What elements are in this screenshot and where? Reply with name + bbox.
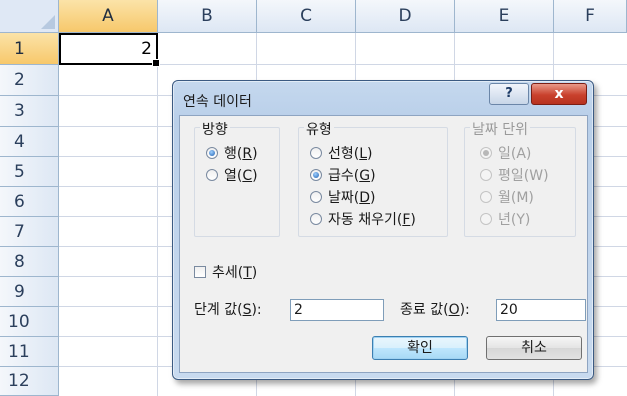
label-suffix: ) [410, 212, 416, 228]
label-suffix: ) [251, 265, 258, 281]
column-header-f[interactable]: F [554, 0, 627, 33]
date-unit-group-label: 날짜 단위 [470, 119, 530, 139]
row-header-8[interactable]: 8 [0, 247, 59, 277]
label-suffix: ): [251, 302, 262, 318]
radio-icon [310, 191, 322, 203]
label-suffix: ): [459, 302, 470, 318]
radio-label: 자동 채우기( [328, 212, 403, 228]
label-text: 단계 값( [194, 302, 243, 318]
column-header-b[interactable]: B [158, 0, 257, 33]
accel-key: O [448, 302, 460, 318]
direction-rows-radio[interactable]: 행(R) [206, 143, 258, 165]
date-unit-month-radio[interactable]: 월(M) [480, 187, 534, 209]
row-header-3[interactable]: 3 [0, 96, 59, 127]
label-suffix: ) [370, 190, 376, 206]
type-growth-radio[interactable]: 급수(G) [310, 165, 376, 187]
cell-a1-value: 2 [141, 39, 152, 59]
label-text: 종료 값( [400, 302, 449, 318]
direction-group-label: 방향 [200, 119, 230, 139]
row-header-5[interactable]: 5 [0, 157, 59, 187]
radio-label: 날짜( [328, 190, 360, 206]
checkbox-icon [194, 266, 206, 278]
row-header-10[interactable]: 10 [0, 307, 59, 337]
radio-label: 년(Y) [498, 212, 531, 228]
row-header-11[interactable]: 11 [0, 337, 59, 367]
type-linear-radio[interactable]: 선형(L) [310, 143, 373, 165]
stop-value-label: 종료 값(O): [400, 299, 470, 321]
radio-icon [206, 169, 218, 181]
fill-handle[interactable] [152, 59, 160, 67]
type-group-label: 유형 [304, 119, 334, 139]
date-unit-year-radio[interactable]: 년(Y) [480, 209, 530, 231]
row-header-6[interactable]: 6 [0, 187, 59, 217]
column-header-e[interactable]: E [455, 0, 554, 33]
label-suffix: ) [252, 168, 258, 184]
column-header-a[interactable]: A [59, 0, 158, 33]
radio-selected-icon [480, 147, 492, 159]
dialog-body: 방향 행(R) 열(C) 유형 선형(L) 급수(G) 날짜(D) 자동 채우기… [179, 115, 588, 373]
column-header-c[interactable]: C [257, 0, 356, 33]
row-header-7[interactable]: 7 [0, 217, 59, 247]
step-value-label: 단계 값(S): [194, 299, 262, 321]
series-dialog: 연속 데이터 ? x 방향 행(R) 열(C) 유형 선형(L) 급수(G) 날… [172, 80, 594, 380]
gridline [157, 33, 158, 396]
direction-columns-radio[interactable]: 열(C) [206, 165, 258, 187]
radio-label: 급수( [328, 168, 360, 184]
dialog-titlebar[interactable]: 연속 데이터 ? x [173, 81, 593, 115]
accel-key: C [242, 168, 253, 184]
cancel-button[interactable]: 취소 [486, 336, 582, 360]
accel-key: D [359, 190, 371, 206]
radio-label: 열( [224, 168, 243, 184]
select-all-corner[interactable] [0, 0, 59, 33]
label-suffix: ) [252, 146, 258, 162]
radio-label: 평일(W) [498, 168, 549, 184]
accel-key: T [243, 265, 252, 281]
step-value-input[interactable]: 2 [290, 299, 384, 321]
accel-key: L [359, 146, 368, 162]
trend-checkbox[interactable]: 추세(T) [194, 262, 257, 284]
radio-label: 행( [224, 146, 243, 162]
ok-button[interactable]: 확인 [372, 336, 468, 360]
help-icon: ? [505, 86, 513, 101]
label-suffix: ) [370, 168, 376, 184]
radio-icon [480, 191, 492, 203]
close-icon: x [554, 86, 564, 102]
row-header-4[interactable]: 4 [0, 127, 59, 157]
checkbox-label: 추세( [212, 265, 244, 281]
radio-selected-icon [206, 147, 218, 159]
accel-key: G [359, 168, 371, 184]
label-suffix: ) [367, 146, 373, 162]
radio-icon [310, 147, 322, 159]
type-date-radio[interactable]: 날짜(D) [310, 187, 375, 209]
radio-icon [480, 169, 492, 181]
stop-value-input[interactable]: 20 [496, 299, 586, 321]
date-unit-day-radio[interactable]: 일(A) [480, 143, 531, 165]
row-header-1[interactable]: 1 [0, 33, 59, 65]
row-header-2[interactable]: 2 [0, 65, 59, 96]
column-header-d[interactable]: D [356, 0, 455, 33]
radio-label: 월(M) [498, 190, 534, 206]
row-header-12[interactable]: 12 [0, 367, 59, 396]
radio-label: 선형( [328, 146, 360, 162]
help-button[interactable]: ? [489, 83, 529, 105]
date-unit-weekday-radio[interactable]: 평일(W) [480, 165, 549, 187]
radio-icon [310, 213, 322, 225]
radio-label: 일(A) [498, 146, 532, 162]
radio-icon [480, 213, 492, 225]
close-button[interactable]: x [531, 83, 587, 105]
accel-key: R [242, 146, 253, 162]
type-autofill-radio[interactable]: 자동 채우기(F) [310, 209, 416, 231]
radio-selected-icon [310, 169, 322, 181]
row-header-9[interactable]: 9 [0, 277, 59, 307]
dialog-title: 연속 데이터 [183, 94, 252, 110]
cell-a1[interactable]: 2 [59, 33, 160, 67]
